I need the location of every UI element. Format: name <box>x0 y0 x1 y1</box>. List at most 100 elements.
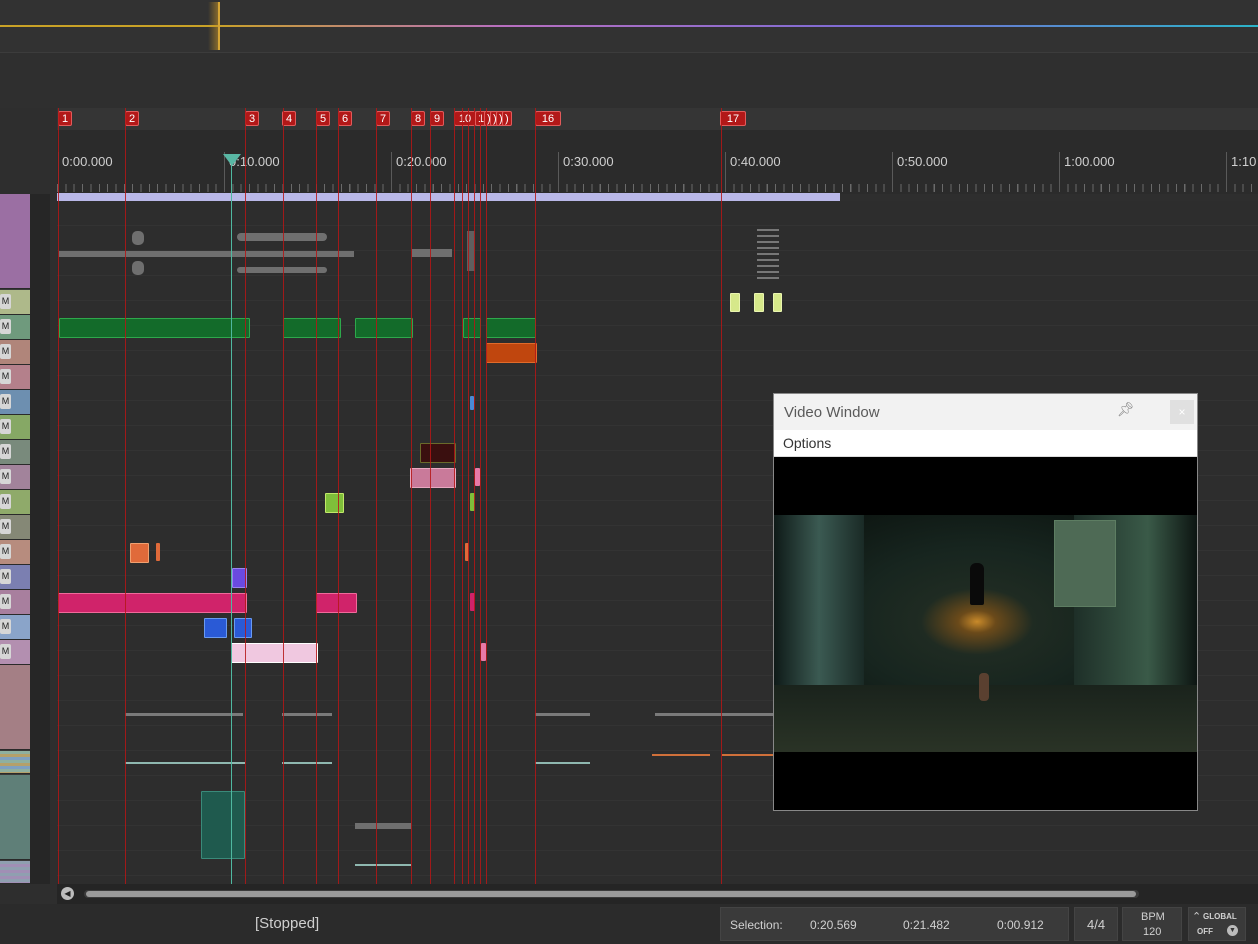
mute-button[interactable]: M <box>0 569 11 584</box>
tempo-display[interactable]: BPM 120 <box>1122 907 1182 941</box>
midi-clip[interactable] <box>234 618 252 638</box>
marker-3[interactable]: 3 <box>245 111 259 126</box>
mute-button[interactable]: M <box>0 519 11 534</box>
track-header-color[interactable]: M <box>0 365 30 390</box>
scrollbar-thumb[interactable] <box>86 891 1136 897</box>
marker-15[interactable]: ) <box>502 111 512 126</box>
loop-region-bar[interactable] <box>57 193 840 201</box>
track-header-color[interactable]: M <box>0 440 30 465</box>
midi-clip[interactable] <box>316 593 357 613</box>
chevron-down-icon[interactable]: ▼ <box>1227 925 1238 936</box>
midi-clip[interactable] <box>325 493 344 513</box>
time-signature[interactable]: 4/4 <box>1087 917 1105 932</box>
options-menu[interactable]: Options <box>783 435 831 451</box>
track-header-color[interactable]: M <box>0 290 30 315</box>
track-header-color[interactable]: M <box>0 390 30 415</box>
playhead-handle-icon[interactable] <box>223 154 241 166</box>
audio-waveform <box>412 249 452 257</box>
mute-button[interactable]: M <box>0 444 11 459</box>
midi-clip[interactable] <box>355 318 413 338</box>
mute-button[interactable]: M <box>0 644 11 659</box>
marker-9[interactable]: 9 <box>430 111 444 126</box>
midi-clip[interactable] <box>730 293 740 312</box>
selection-length[interactable]: 0:00.912 <box>997 918 1044 932</box>
video-window-title: Video Window <box>784 404 880 421</box>
mute-button[interactable]: M <box>0 544 11 559</box>
track-header-color[interactable] <box>0 861 30 884</box>
track-header-color[interactable]: M <box>0 490 30 515</box>
video-window-titlebar[interactable]: Video Window 📌︎ × <box>774 394 1197 430</box>
midi-clip[interactable] <box>773 293 782 312</box>
audio-waveform <box>757 229 779 279</box>
mute-button[interactable]: M <box>0 469 11 484</box>
mute-button[interactable]: M <box>0 619 11 634</box>
track-header-color[interactable] <box>0 775 30 860</box>
mute-button[interactable]: M <box>0 294 11 309</box>
automation-line <box>125 762 245 764</box>
mute-button[interactable]: M <box>0 394 11 409</box>
character-figure <box>979 673 989 701</box>
marker-line <box>474 108 475 884</box>
track-header-color[interactable]: M <box>0 515 30 540</box>
track-header-color[interactable]: M <box>0 540 30 565</box>
audio-waveform <box>125 713 243 716</box>
mute-button[interactable]: M <box>0 419 11 434</box>
pin-icon[interactable]: 📌︎ <box>1117 401 1135 418</box>
mute-button[interactable]: M <box>0 494 11 509</box>
video-window[interactable]: Video Window 📌︎ × Options <box>773 393 1198 811</box>
track-header-color[interactable]: M <box>0 415 30 440</box>
arrange-overview[interactable] <box>0 0 1258 53</box>
audio-clip[interactable] <box>201 791 245 859</box>
marker-4[interactable]: 4 <box>282 111 296 126</box>
track-header-color[interactable]: M <box>0 615 30 640</box>
marker-17[interactable]: 17 <box>720 111 746 126</box>
track-header-color[interactable]: M <box>0 315 30 340</box>
bpm-value[interactable]: 120 <box>1143 926 1161 938</box>
marker-2[interactable]: 2 <box>125 111 139 126</box>
marker-line <box>283 108 284 884</box>
overview-view-cursor[interactable] <box>208 2 220 50</box>
midi-clip[interactable] <box>410 468 456 488</box>
marker-lane[interactable]: 1 2 3 4 5 6 7 8 9 10 1 ) ) ) ) 16 17 <box>57 108 1258 130</box>
marker-line <box>454 108 455 884</box>
midi-clip[interactable] <box>59 318 250 338</box>
track-header-color[interactable]: M <box>0 340 30 365</box>
track-header-color[interactable]: M <box>0 565 30 590</box>
midi-clip[interactable] <box>754 293 764 312</box>
midi-clip[interactable] <box>486 318 536 338</box>
midi-clip[interactable] <box>463 318 481 338</box>
track-header-color[interactable] <box>0 194 30 289</box>
marker-6[interactable]: 6 <box>338 111 352 126</box>
selection-start[interactable]: 0:20.569 <box>810 918 857 932</box>
track-header-color[interactable]: M <box>0 640 30 665</box>
marker-1[interactable]: 1 <box>58 111 72 126</box>
marker-16[interactable]: 16 <box>535 111 561 126</box>
mute-button[interactable]: M <box>0 319 11 334</box>
midi-clip[interactable] <box>58 593 247 613</box>
midi-clip[interactable] <box>204 618 227 638</box>
mute-button[interactable]: M <box>0 344 11 359</box>
midi-clip[interactable] <box>283 318 341 338</box>
ruler-major-tick <box>1226 152 1227 192</box>
marker-5[interactable]: 5 <box>316 111 330 126</box>
selection-display[interactable]: Selection: 0:20.569 0:21.482 0:00.912 <box>720 907 1069 941</box>
track-header-color[interactable]: M <box>0 590 30 615</box>
midi-clip[interactable] <box>130 543 149 563</box>
playhead-line[interactable] <box>231 158 232 884</box>
track-header-color[interactable] <box>0 665 30 750</box>
midi-clip[interactable] <box>420 443 456 463</box>
mute-button[interactable]: M <box>0 594 11 609</box>
track-header-color[interactable] <box>0 751 30 774</box>
time-signature-display[interactable]: 4/4 <box>1074 907 1118 941</box>
selection-end[interactable]: 0:21.482 <box>903 918 950 932</box>
mute-button[interactable]: M <box>0 369 11 384</box>
close-button[interactable]: × <box>1170 400 1194 424</box>
midi-clip[interactable] <box>156 543 160 561</box>
marker-7[interactable]: 7 <box>376 111 390 126</box>
marker-8[interactable]: 8 <box>411 111 425 126</box>
marker-10[interactable]: 10 <box>454 111 476 126</box>
global-automation-toggle[interactable]: ⌃ GLOBAL OFF ▼ <box>1188 907 1246 941</box>
midi-clip[interactable] <box>486 343 537 363</box>
track-header-color[interactable]: M <box>0 465 30 490</box>
scroll-left-arrow-icon[interactable]: ◀ <box>61 887 74 900</box>
